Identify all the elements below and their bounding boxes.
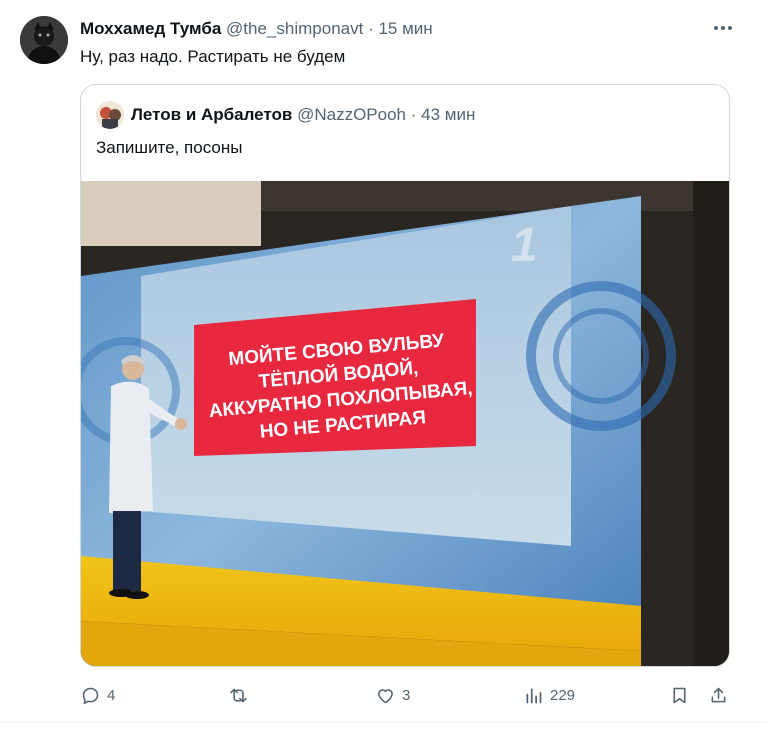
channel-logo: 1 (511, 219, 538, 272)
bookmark-button[interactable] (669, 680, 690, 710)
quote-time: 43 мин (421, 105, 476, 124)
quoted-tweet[interactable]: Летов и Арбалетов @NazzOPooh · 43 мин За… (80, 84, 730, 667)
tweet-header: Моххамед Тумба @the_shimponavt · 15 мин (80, 17, 727, 41)
quote-author-avatar (96, 101, 124, 129)
views-icon (526, 688, 542, 703)
quote-text: Запишите, посоны (96, 138, 243, 157)
like-icon (378, 688, 393, 703)
tweet-time[interactable]: 15 мин (378, 19, 432, 38)
bookmark-icon (673, 687, 686, 703)
author-avatar[interactable] (20, 16, 68, 64)
quote-media-image[interactable]: 1 МОЙТЕ СВОЮ ВУЛЬВУ ТЁПЛОЙ ВОДОЙ, АККУРА… (81, 181, 729, 666)
tweet: Моххамед Тумба @the_shimponavt · 15 мин … (0, 0, 767, 737)
quote-author-name: Летов и Арбалетов (131, 105, 293, 124)
tweet-actions: 4 3 229 (80, 680, 740, 710)
reply-count: 4 (107, 686, 116, 704)
more-icon[interactable] (711, 18, 735, 38)
share-icon (711, 687, 726, 702)
share-button[interactable] (708, 680, 729, 710)
quote-author-handle: @NazzOPooh (297, 105, 407, 124)
like-button[interactable]: 3 (375, 680, 410, 710)
author-handle[interactable]: @the_shimponavt (226, 19, 363, 38)
reply-button[interactable]: 4 (80, 680, 115, 710)
divider (0, 722, 767, 723)
separator-dot: · (410, 105, 417, 124)
tv-studio-photo: 1 МОЙТЕ СВОЮ ВУЛЬВУ ТЁПЛОЙ ВОДОЙ, АККУРА… (81, 181, 729, 666)
tweet-text: Ну, раз надо. Растирать не будем (80, 47, 346, 66)
retweet-icon (230, 688, 247, 702)
reply-icon (82, 687, 99, 704)
like-count: 3 (402, 686, 411, 704)
retweet-button[interactable] (228, 680, 255, 710)
views-button[interactable]: 229 (523, 680, 575, 710)
quote-header: Летов и Арбалетов @NazzOPooh · 43 мин (131, 104, 475, 126)
separator-dot: · (368, 19, 374, 38)
author-name[interactable]: Моххамед Тумба (80, 19, 221, 38)
views-count: 229 (550, 686, 576, 704)
watermark-text: Двач (466, 490, 505, 507)
